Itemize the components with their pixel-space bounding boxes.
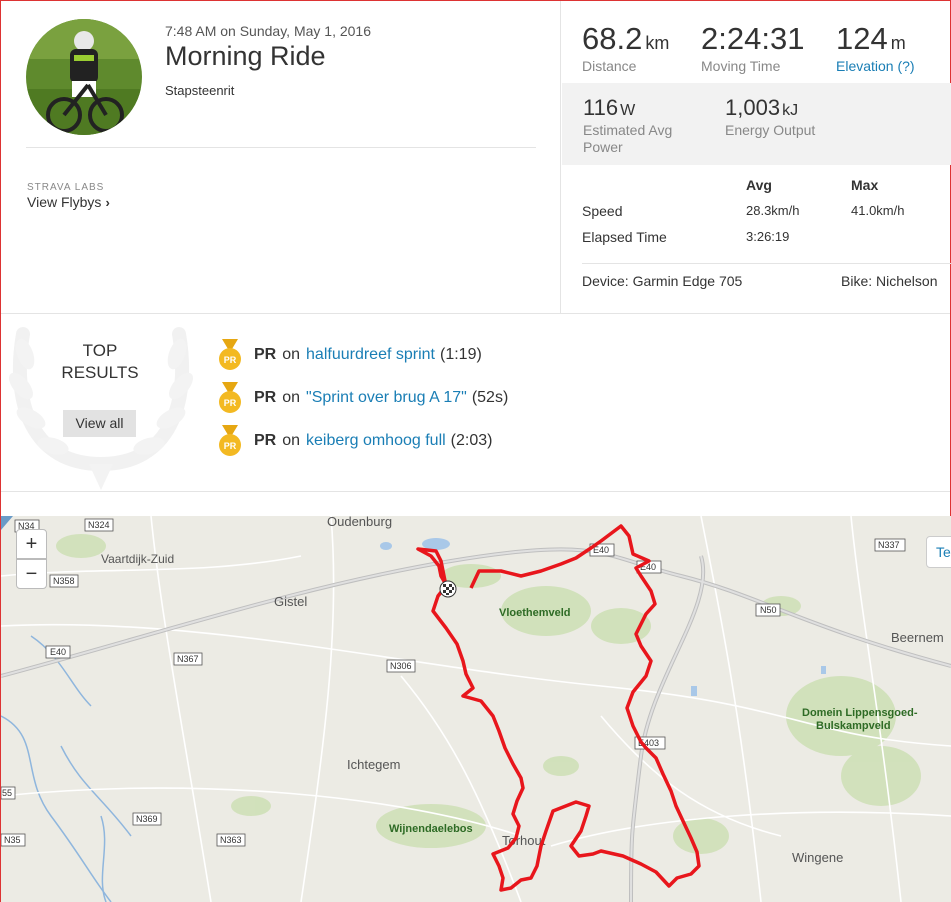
stat-moving-time: 2:24:31 Moving Time — [701, 21, 804, 74]
view-all-button[interactable]: View all — [63, 410, 136, 437]
svg-text:N337: N337 — [878, 540, 900, 550]
chevron-right-icon: › — [105, 195, 110, 210]
energy-unit: kJ — [782, 102, 799, 119]
segment-link[interactable]: halfuurdreef sprint — [306, 346, 435, 364]
divider — [26, 147, 536, 148]
avg-header: Avg — [746, 177, 772, 193]
stat-energy: 1,003 kJ Energy Output — [725, 95, 815, 138]
svg-text:55: 55 — [2, 788, 12, 798]
top-results-heading: TOP RESULTS — [41, 340, 159, 384]
pr-medal-icon: PR — [219, 382, 241, 413]
on-label: on — [282, 389, 301, 406]
power-unit: W — [620, 102, 636, 119]
top-results-section: TOP RESULTS View all PR PR on halfuurdre… — [1, 313, 950, 492]
on-label: on — [282, 432, 301, 449]
athlete-avatar[interactable] — [26, 19, 142, 135]
svg-text:N358: N358 — [53, 576, 75, 586]
pr-medal-text: PR — [224, 441, 237, 451]
power-value: 116 — [583, 95, 619, 120]
svg-text:Bulskampveld: Bulskampveld — [816, 720, 891, 732]
stat-power: 116 W Estimated Avg Power — [583, 95, 672, 155]
pr-medal-icon: PR — [219, 339, 241, 370]
svg-text:N324: N324 — [88, 520, 110, 530]
top-results-line2: RESULTS — [61, 363, 139, 382]
moving-time-label: Moving Time — [701, 58, 781, 74]
elevation-unit: m — [890, 33, 906, 53]
speed-label: Speed — [582, 203, 623, 219]
on-label: on — [282, 346, 301, 363]
activity-description: Stapsteenrit — [165, 83, 235, 98]
elapsed-time-label: Elapsed Time — [582, 229, 667, 245]
bike-info: Bike: Nichelson — [841, 273, 938, 289]
map-canvas: N34 N324 N358 E40 N367 N306 N369 N363 N3… — [1, 516, 951, 902]
speed-avg: 28.3km/h — [746, 203, 800, 218]
strava-labs-label: STRAVA LABS — [27, 182, 105, 193]
power-label-line2: Power — [583, 139, 623, 155]
svg-text:Vloethemveld: Vloethemveld — [499, 607, 571, 619]
svg-text:Gistel: Gistel — [274, 594, 307, 609]
pr-medal-icon: PR — [219, 425, 241, 456]
terrain-toggle[interactable]: Te — [926, 536, 951, 568]
svg-text:Wijnendaelebos: Wijnendaelebos — [389, 823, 473, 835]
pr-label: PR — [254, 432, 277, 449]
energy-value: 1,003 — [725, 95, 781, 120]
max-header: Max — [851, 177, 879, 193]
elevation-value: 124 — [836, 21, 888, 56]
divider — [582, 263, 951, 264]
speed-max: 41.0km/h — [851, 203, 905, 218]
stat-distance: 68.2 km Distance — [582, 21, 669, 74]
finish-flag-icon — [439, 580, 457, 598]
svg-text:N363: N363 — [220, 835, 242, 845]
svg-text:N369: N369 — [136, 814, 158, 824]
pr-label: PR — [254, 389, 277, 406]
achievement-item: PR PR on "Sprint over brug A 17" (52s) — [218, 382, 508, 414]
segment-time: (52s) — [471, 389, 509, 406]
pr-medal-text: PR — [224, 355, 237, 365]
activity-title: Morning Ride — [165, 41, 326, 71]
svg-text:Wingene: Wingene — [792, 850, 843, 865]
energy-label: Energy Output — [725, 122, 816, 138]
svg-text:Domein Lippensgoed-: Domein Lippensgoed- — [802, 707, 918, 719]
route-map[interactable]: N34 N324 N358 E40 N367 N306 N369 N363 N3… — [1, 516, 951, 902]
zoom-out-button[interactable]: − — [16, 559, 47, 589]
device-info: Device: Garmin Edge 705 — [582, 273, 743, 289]
activity-header: 7:48 AM on Sunday, May 1, 2016 Morning R… — [1, 1, 561, 313]
pr-label: PR — [254, 346, 277, 363]
activity-date: 7:48 AM on Sunday, May 1, 2016 — [165, 23, 371, 39]
svg-text:N367: N367 — [177, 654, 199, 664]
svg-text:N35: N35 — [4, 835, 21, 845]
svg-text:N50: N50 — [760, 605, 777, 615]
svg-text:Vaartdijk-Zuid: Vaartdijk-Zuid — [101, 552, 174, 566]
moving-time-value: 2:24:31 — [701, 21, 805, 56]
segment-link[interactable]: keiberg omhoog full — [306, 432, 446, 450]
power-label-line1: Estimated Avg — [583, 122, 673, 138]
segment-link[interactable]: "Sprint over brug A 17" — [306, 389, 467, 407]
achievement-item: PR PR on halfuurdreef sprint (1:19) — [218, 339, 482, 371]
top-results-line1: TOP — [82, 341, 118, 360]
zoom-in-button[interactable]: + — [16, 529, 47, 559]
distance-label: Distance — [582, 58, 637, 74]
distance-unit: km — [645, 33, 670, 53]
svg-text:N306: N306 — [390, 661, 412, 671]
svg-text:Oudenburg: Oudenburg — [327, 516, 392, 529]
view-flybys-label: View Flybys — [27, 194, 102, 210]
stats-panel: 68.2 km Distance 2:24:31 Moving Time 124 m… — [560, 1, 951, 313]
distance-value: 68.2 — [582, 21, 643, 56]
elevation-help-link[interactable]: Elevation (?) — [836, 58, 915, 74]
segment-time: (2:03) — [450, 432, 493, 449]
achievement-item: PR PR on keiberg omhoog full (2:03) — [218, 425, 492, 457]
svg-text:Beernem: Beernem — [891, 630, 944, 645]
elapsed-time-value: 3:26:19 — [746, 229, 790, 244]
segment-time: (1:19) — [440, 346, 482, 363]
svg-text:Ichtegem: Ichtegem — [347, 757, 400, 772]
stat-elevation: 124 m Elevation (?) — [836, 21, 915, 74]
pr-medal-text: PR — [224, 398, 237, 408]
view-flybys-link[interactable]: View Flybys › — [27, 194, 110, 210]
svg-text:E40: E40 — [50, 647, 66, 657]
